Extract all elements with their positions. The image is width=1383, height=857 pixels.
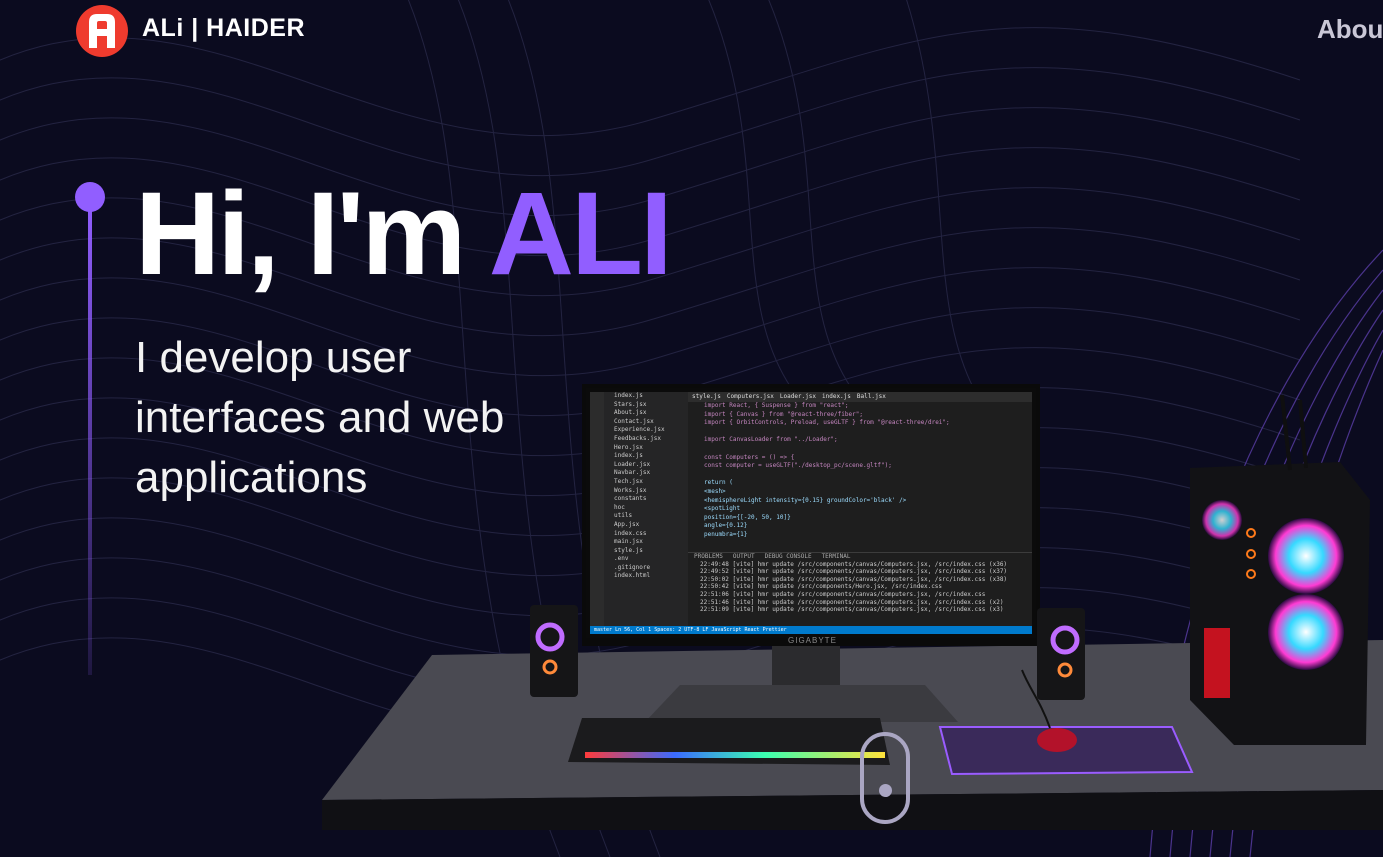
code-line: const computer = useGLTF("./desktop_pc/s… (704, 462, 892, 470)
editor-tab[interactable]: Ball.jsx (857, 392, 886, 402)
explorer-item[interactable]: Tech.jsx (604, 478, 688, 487)
terminal-tab[interactable]: DEBUG CONSOLE (765, 553, 812, 560)
code-line: <mesh> (704, 487, 726, 495)
mouse-scroll-icon[interactable] (860, 732, 910, 824)
explorer-item[interactable]: main.jsx (604, 538, 688, 547)
terminal-line: 22:51:46 [vite] hmr update /src/componen… (700, 598, 1004, 606)
code-line: <spotLight (704, 505, 741, 513)
vscode-status-bar: master Ln 56, Col 1 Spaces: 2 UTF-8 LF J… (590, 626, 1032, 634)
explorer-item[interactable]: index.js (604, 392, 688, 401)
vscode-terminal: PROBLEMS OUTPUT DEBUG CONSOLE TERMINAL 22:4… (688, 552, 1032, 627)
explorer-item[interactable]: App.jsx (604, 521, 688, 530)
editor-tab[interactable]: style.js (692, 392, 721, 402)
editor-tab[interactable]: index.js (822, 392, 851, 402)
explorer-item[interactable]: Navbar.jsx (604, 469, 688, 478)
hero-greeting: Hi, I'm (135, 168, 489, 300)
explorer-item[interactable]: utils (604, 512, 688, 521)
hero-title: Hi, I'm ALI (135, 175, 673, 293)
explorer-item[interactable]: Stars.jsx (604, 401, 688, 410)
editor-tab[interactable]: Computers.jsx (727, 392, 774, 402)
vscode-code: import React, { Suspense } from "react";… (688, 402, 1032, 540)
code-line: penumbra={1} (704, 530, 748, 538)
terminal-line: 22:50:02 [vite] hmr update /src/componen… (700, 575, 1008, 583)
terminal-tab[interactable]: OUTPUT (733, 553, 755, 560)
logo-a-icon (89, 14, 115, 48)
code-line: return ( (704, 479, 733, 487)
explorer-item[interactable]: About.jsx (604, 409, 688, 418)
explorer-item[interactable]: Contact.jsx (604, 418, 688, 427)
vscode-activity-bar (590, 392, 604, 634)
explorer-item[interactable]: Loader.jsx (604, 461, 688, 470)
monitor-brand: GIGABYTE (788, 636, 837, 645)
terminal-tabs: PROBLEMS OUTPUT DEBUG CONSOLE TERMINAL (688, 553, 1032, 561)
navbar: ALi | HAIDER Abou (0, 0, 1383, 60)
explorer-item[interactable]: Feedbacks.jsx (604, 435, 688, 444)
explorer-item[interactable]: .gitignore (604, 564, 688, 573)
terminal-line: 22:51:09 [vite] hmr update /src/componen… (700, 606, 1004, 614)
code-line: import CanvasLoader from "../Loader"; (704, 436, 838, 444)
monitor-screen: index.js Stars.jsx About.jsx Contact.jsx Exp… (586, 388, 1036, 638)
hero-subtitle: I develop user interfaces and web applic… (135, 333, 505, 502)
explorer-item[interactable]: hoc (604, 504, 688, 513)
terminal-tab[interactable]: PROBLEMS (694, 553, 723, 560)
explorer-item[interactable]: index.html (604, 572, 688, 581)
code-line: import { OrbitControls, Preload, useGLTF… (704, 419, 950, 427)
brand-name[interactable]: ALi | HAIDER (142, 14, 305, 43)
terminal-lines: 22:49:48 [vite] hmr update /src/componen… (688, 561, 1032, 614)
hero-name: ALI (488, 168, 673, 300)
vscode-explorer: index.js Stars.jsx About.jsx Contact.jsx Exp… (604, 392, 688, 634)
vscode-tabs: style.js Computers.jsx Loader.jsx index.js B… (688, 392, 1032, 402)
code-line: import { Canvas } from "@react-three/fib… (704, 410, 863, 418)
explorer-item[interactable]: index.css (604, 530, 688, 539)
code-line: <hemisphereLight intensity={0.15} ground… (704, 496, 907, 504)
explorer-item[interactable]: Hero.jsx (604, 444, 688, 453)
explorer-item[interactable]: Experience.jsx (604, 426, 688, 435)
editor-tab[interactable]: Loader.jsx (780, 392, 816, 402)
nav-link-about[interactable]: Abou (1317, 14, 1383, 45)
explorer-item[interactable]: Works.jsx (604, 487, 688, 496)
terminal-line: 22:50:42 [vite] hmr update /src/componen… (700, 583, 943, 591)
code-line: const Computers = () => { (704, 453, 795, 461)
terminal-line: 22:49:52 [vite] hmr update /src/componen… (700, 568, 1008, 576)
explorer-item[interactable]: index.js (604, 452, 688, 461)
explorer-item[interactable]: style.js (604, 547, 688, 556)
logo[interactable] (76, 5, 128, 57)
explorer-item[interactable]: constants (604, 495, 688, 504)
terminal-line: 22:49:48 [vite] hmr update /src/componen… (700, 560, 1008, 568)
terminal-line: 22:51:06 [vite] hmr update /src/componen… (700, 590, 986, 598)
code-line: angle={0.12} (704, 522, 748, 530)
terminal-tab[interactable]: TERMINAL (822, 553, 851, 560)
code-line: position={[-20, 50, 10]} (704, 513, 791, 521)
scroll-dot (879, 784, 892, 797)
explorer-item[interactable]: .env (604, 555, 688, 564)
accent-line (88, 205, 92, 675)
vscode-editor: style.js Computers.jsx Loader.jsx index.js B… (688, 392, 1032, 552)
code-line: import React, { Suspense } from "react"; (704, 402, 849, 409)
